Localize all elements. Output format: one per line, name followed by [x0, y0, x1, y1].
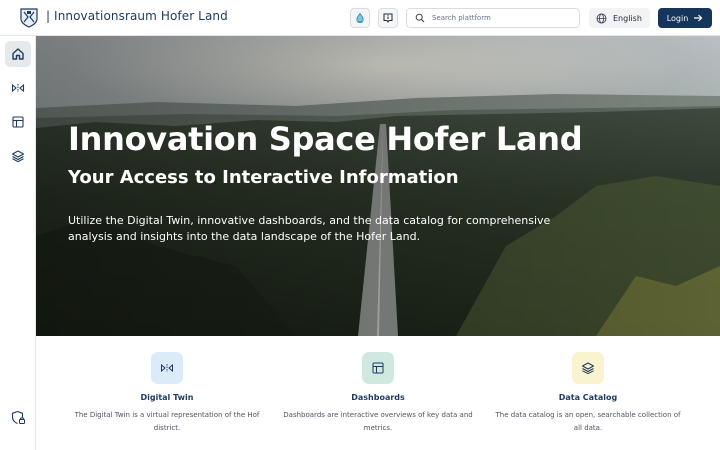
- layers-icon: [582, 362, 594, 375]
- info-button[interactable]: [378, 8, 398, 28]
- hero-description: Utilize the Digital Twin, innovative das…: [68, 214, 551, 243]
- top-header: | Innovationsraum Hofer Land English Log…: [0, 0, 720, 36]
- water-button[interactable]: [350, 8, 370, 28]
- hero-subtitle: Your Access to Interactive Information: [68, 167, 459, 188]
- hero-banner: Innovation Space Hofer Land Your Access …: [36, 36, 720, 336]
- dashboard-layout-icon: [12, 116, 24, 128]
- feature-title: Digital Twin: [140, 393, 194, 402]
- feature-icon-box: [572, 352, 604, 384]
- sidebar-item-privacy[interactable]: [5, 404, 31, 430]
- dashboard-layout-icon: [372, 362, 384, 374]
- app-title: | Innovationsraum Hofer Land: [46, 9, 228, 23]
- language-label: English: [613, 13, 642, 23]
- home-icon: [12, 48, 24, 60]
- feature-data-catalog[interactable]: Data Catalog The data catalog is an open…: [493, 350, 683, 435]
- search-input[interactable]: [432, 14, 572, 22]
- language-selector[interactable]: English: [589, 8, 650, 28]
- search-box[interactable]: [406, 8, 580, 28]
- feature-description: The data catalog is an open, searchable …: [495, 411, 681, 432]
- feature-dashboards[interactable]: Dashboards Dashboards are interactive ov…: [283, 350, 473, 435]
- feature-icon-box: [151, 352, 183, 384]
- sidebar-item-dashboards[interactable]: [5, 109, 31, 135]
- feature-digital-twin[interactable]: Digital Twin The Digital Twin is a virtu…: [72, 350, 262, 435]
- feature-description: Dashboards are interactive overviews of …: [283, 411, 473, 432]
- feature-icon-box: [362, 352, 394, 384]
- search-icon: [415, 13, 425, 23]
- layers-icon: [11, 150, 25, 163]
- digital-twin-icon: [11, 83, 25, 93]
- privacy-shield-icon: [11, 410, 25, 424]
- feature-description: The Digital Twin is a virtual representa…: [74, 411, 260, 432]
- login-button[interactable]: Login: [658, 8, 712, 28]
- sidebar-item-data-catalog[interactable]: [5, 143, 31, 169]
- sidebar: [0, 36, 36, 450]
- hero-title: Innovation Space Hofer Land: [68, 120, 583, 158]
- feature-title: Data Catalog: [558, 393, 618, 402]
- coat-of-arms-icon[interactable]: [20, 8, 38, 28]
- feature-title: Dashboards: [351, 393, 405, 402]
- sidebar-item-digital-twin[interactable]: [5, 75, 31, 101]
- globe-icon: [596, 13, 607, 23]
- info-box-icon: [383, 13, 393, 23]
- water-drop-icon: [356, 12, 364, 24]
- sidebar-item-home[interactable]: [5, 41, 31, 67]
- digital-twin-icon: [161, 363, 173, 373]
- login-label: Login: [666, 13, 689, 23]
- arrow-right-icon: [694, 14, 703, 22]
